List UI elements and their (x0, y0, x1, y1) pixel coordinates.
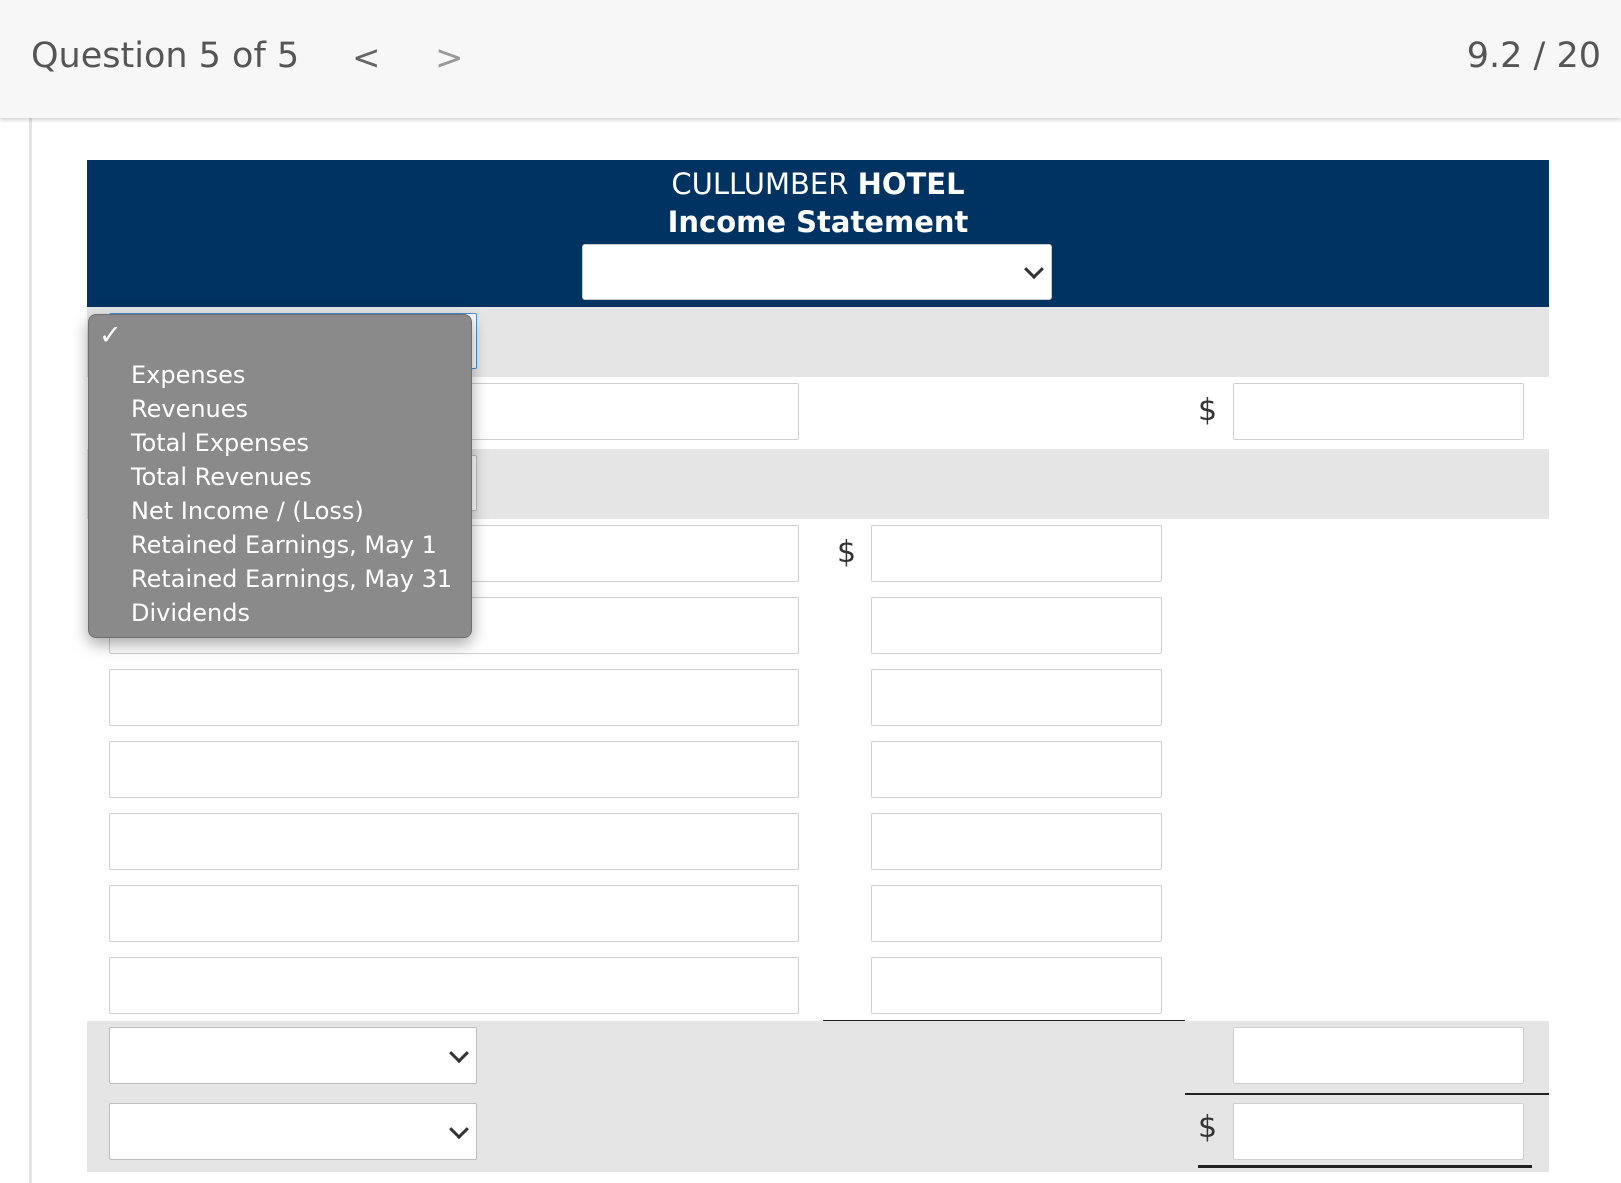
left-divider (29, 118, 32, 1183)
amount-input-8[interactable] (871, 813, 1162, 870)
currency-sign: $ (1198, 1110, 1218, 1145)
company-name-part2: HOTEL (857, 167, 965, 201)
amount-input-6[interactable] (871, 669, 1162, 726)
currency-sign: $ (1198, 393, 1218, 428)
menu-option-net-income-loss[interactable]: Net Income / (Loss) (131, 497, 364, 525)
menu-option-expenses[interactable]: Expenses (131, 361, 245, 389)
total-label-select-2[interactable] (109, 1103, 477, 1160)
statement-header: CULLUMBER HOTEL Income Statement (87, 160, 1549, 307)
amount-input-4[interactable] (871, 525, 1162, 582)
next-question-icon[interactable]: > (435, 38, 464, 78)
question-counter: Question 5 of 5 (31, 36, 300, 76)
menu-option-total-expenses[interactable]: Total Expenses (131, 429, 309, 457)
row-label-input-8[interactable] (109, 813, 799, 870)
total-amount-input-11[interactable] (1233, 1027, 1524, 1084)
net-total-amount-input[interactable] (1233, 1103, 1524, 1160)
menu-option-total-revenues[interactable]: Total Revenues (131, 463, 312, 491)
amount-input-5[interactable] (871, 597, 1162, 654)
total-label-select-1[interactable] (109, 1027, 477, 1084)
row-label-input-9[interactable] (109, 885, 799, 942)
total-rule (1185, 1093, 1549, 1095)
previous-question-icon[interactable]: < (352, 38, 381, 78)
period-select[interactable] (582, 244, 1052, 300)
currency-sign: $ (837, 535, 857, 570)
question-header-bar: Question 5 of 5 < > 9.2 / 20 (0, 0, 1621, 118)
menu-option-dividends[interactable]: Dividends (131, 599, 250, 627)
double-underline-rule (1198, 1165, 1532, 1168)
row-label-input-6[interactable] (109, 669, 799, 726)
menu-option-retained-earnings-may-31[interactable]: Retained Earnings, May 31 (131, 565, 452, 593)
menu-option-retained-earnings-may-1[interactable]: Retained Earnings, May 1 (131, 531, 437, 559)
row-label-input-10[interactable] (109, 957, 799, 1014)
score-display: 9.2 / 20 (1466, 36, 1601, 76)
chevron-down-icon (449, 1042, 469, 1063)
row-label-dropdown-menu: ✓ Expenses Revenues Total Expenses Total… (88, 314, 472, 638)
amount-input-10[interactable] (871, 957, 1162, 1014)
company-name: CULLUMBER HOTEL (87, 165, 1549, 203)
amount-input-9[interactable] (871, 885, 1162, 942)
menu-option-revenues[interactable]: Revenues (131, 395, 248, 423)
row-label-input-7[interactable] (109, 741, 799, 798)
checkmark-icon: ✓ (99, 320, 122, 351)
chevron-down-icon (1024, 259, 1044, 280)
total-amount-input-2[interactable] (1233, 383, 1524, 440)
company-name-part1: CULLUMBER (671, 167, 849, 201)
amount-input-7[interactable] (871, 741, 1162, 798)
chevron-down-icon (449, 1118, 469, 1139)
statement-title: Income Statement (667, 205, 969, 239)
